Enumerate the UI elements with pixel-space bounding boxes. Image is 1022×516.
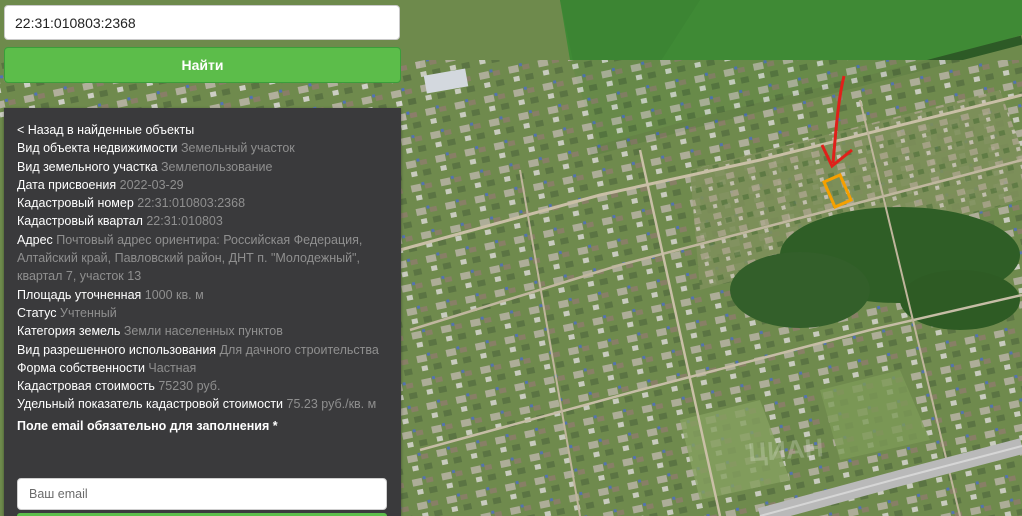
- field-object-type: Вид объекта недвижимости Земельный участ…: [17, 139, 389, 157]
- email-field[interactable]: [17, 478, 387, 510]
- field-label: Статус: [17, 305, 57, 320]
- field-assign-date: Дата присвоения 2022-03-29: [17, 176, 389, 194]
- field-value: Земельный участок: [181, 141, 295, 156]
- field-value: 1000 кв. м: [144, 287, 204, 302]
- back-to-results-link[interactable]: < Назад в найденные объекты: [17, 121, 389, 139]
- field-value: Земли населенных пунктов: [123, 324, 283, 339]
- red-arrow-annotation: [820, 75, 853, 169]
- field-permitted-use: Вид разрешенного использования Для дачно…: [17, 341, 389, 359]
- cadastral-search-input[interactable]: [4, 5, 400, 40]
- field-label: Кадастровый номер: [17, 196, 134, 211]
- field-ownership: Форма собственности Частная: [17, 359, 389, 377]
- field-value: Учтенный: [60, 305, 117, 320]
- field-cadastral-number: Кадастровый номер 22:31:010803:2368: [17, 194, 389, 212]
- field-value: 2022-03-29: [119, 177, 184, 192]
- field-address: Адрес Почтовый адрес ориентира: Российск…: [17, 231, 389, 286]
- field-label: Вид земельного участка: [17, 159, 158, 174]
- parcel-outline[interactable]: [822, 173, 853, 209]
- field-value: 22:31:010803: [146, 214, 223, 229]
- email-form-title: Поле email обязательно для заполнения *: [17, 418, 278, 433]
- field-land-type: Вид земельного участка Землепользование: [17, 158, 389, 176]
- field-value: Почтовый адрес ориентира: Российская Фед…: [17, 232, 363, 284]
- field-label: Форма собственности: [17, 360, 145, 375]
- field-specific-value: Удельный показатель кадастровой стоимост…: [17, 395, 389, 413]
- field-label: Вид объекта недвижимости: [17, 141, 178, 156]
- field-cadastral-quarter: Кадастровый квартал 22:31:010803: [17, 212, 389, 230]
- field-label: Адрес: [17, 232, 53, 247]
- field-land-category: Категория земель Земли населенных пункто…: [17, 322, 389, 340]
- field-area: Площадь уточненная 1000 кв. м: [17, 286, 389, 304]
- field-label: Удельный показатель кадастровой стоимост…: [17, 397, 284, 412]
- object-info-panel: < Назад в найденные объекты Вид объекта …: [4, 108, 401, 516]
- field-value: Для дачного строительства: [219, 342, 379, 357]
- field-value: 75.23 руб./кв. м: [286, 397, 377, 412]
- field-label: Кадастровый квартал: [17, 214, 143, 229]
- field-label: Категория земель: [17, 324, 121, 339]
- field-cadastral-value: Кадастровая стоимость 75230 руб.: [17, 377, 389, 395]
- field-label: Кадастровая стоимость: [17, 379, 155, 394]
- field-status: Статус Учтенный: [17, 304, 389, 322]
- search-button[interactable]: Найти: [4, 47, 401, 83]
- field-value: 22:31:010803:2368: [137, 196, 246, 211]
- field-value: Землепользование: [161, 159, 273, 174]
- field-value: Частная: [148, 360, 197, 375]
- field-value: 75230 руб.: [158, 379, 221, 394]
- field-label: Вид разрешенного использования: [17, 342, 217, 357]
- field-label: Дата присвоения: [17, 177, 117, 192]
- field-label: Площадь уточненная: [17, 287, 142, 302]
